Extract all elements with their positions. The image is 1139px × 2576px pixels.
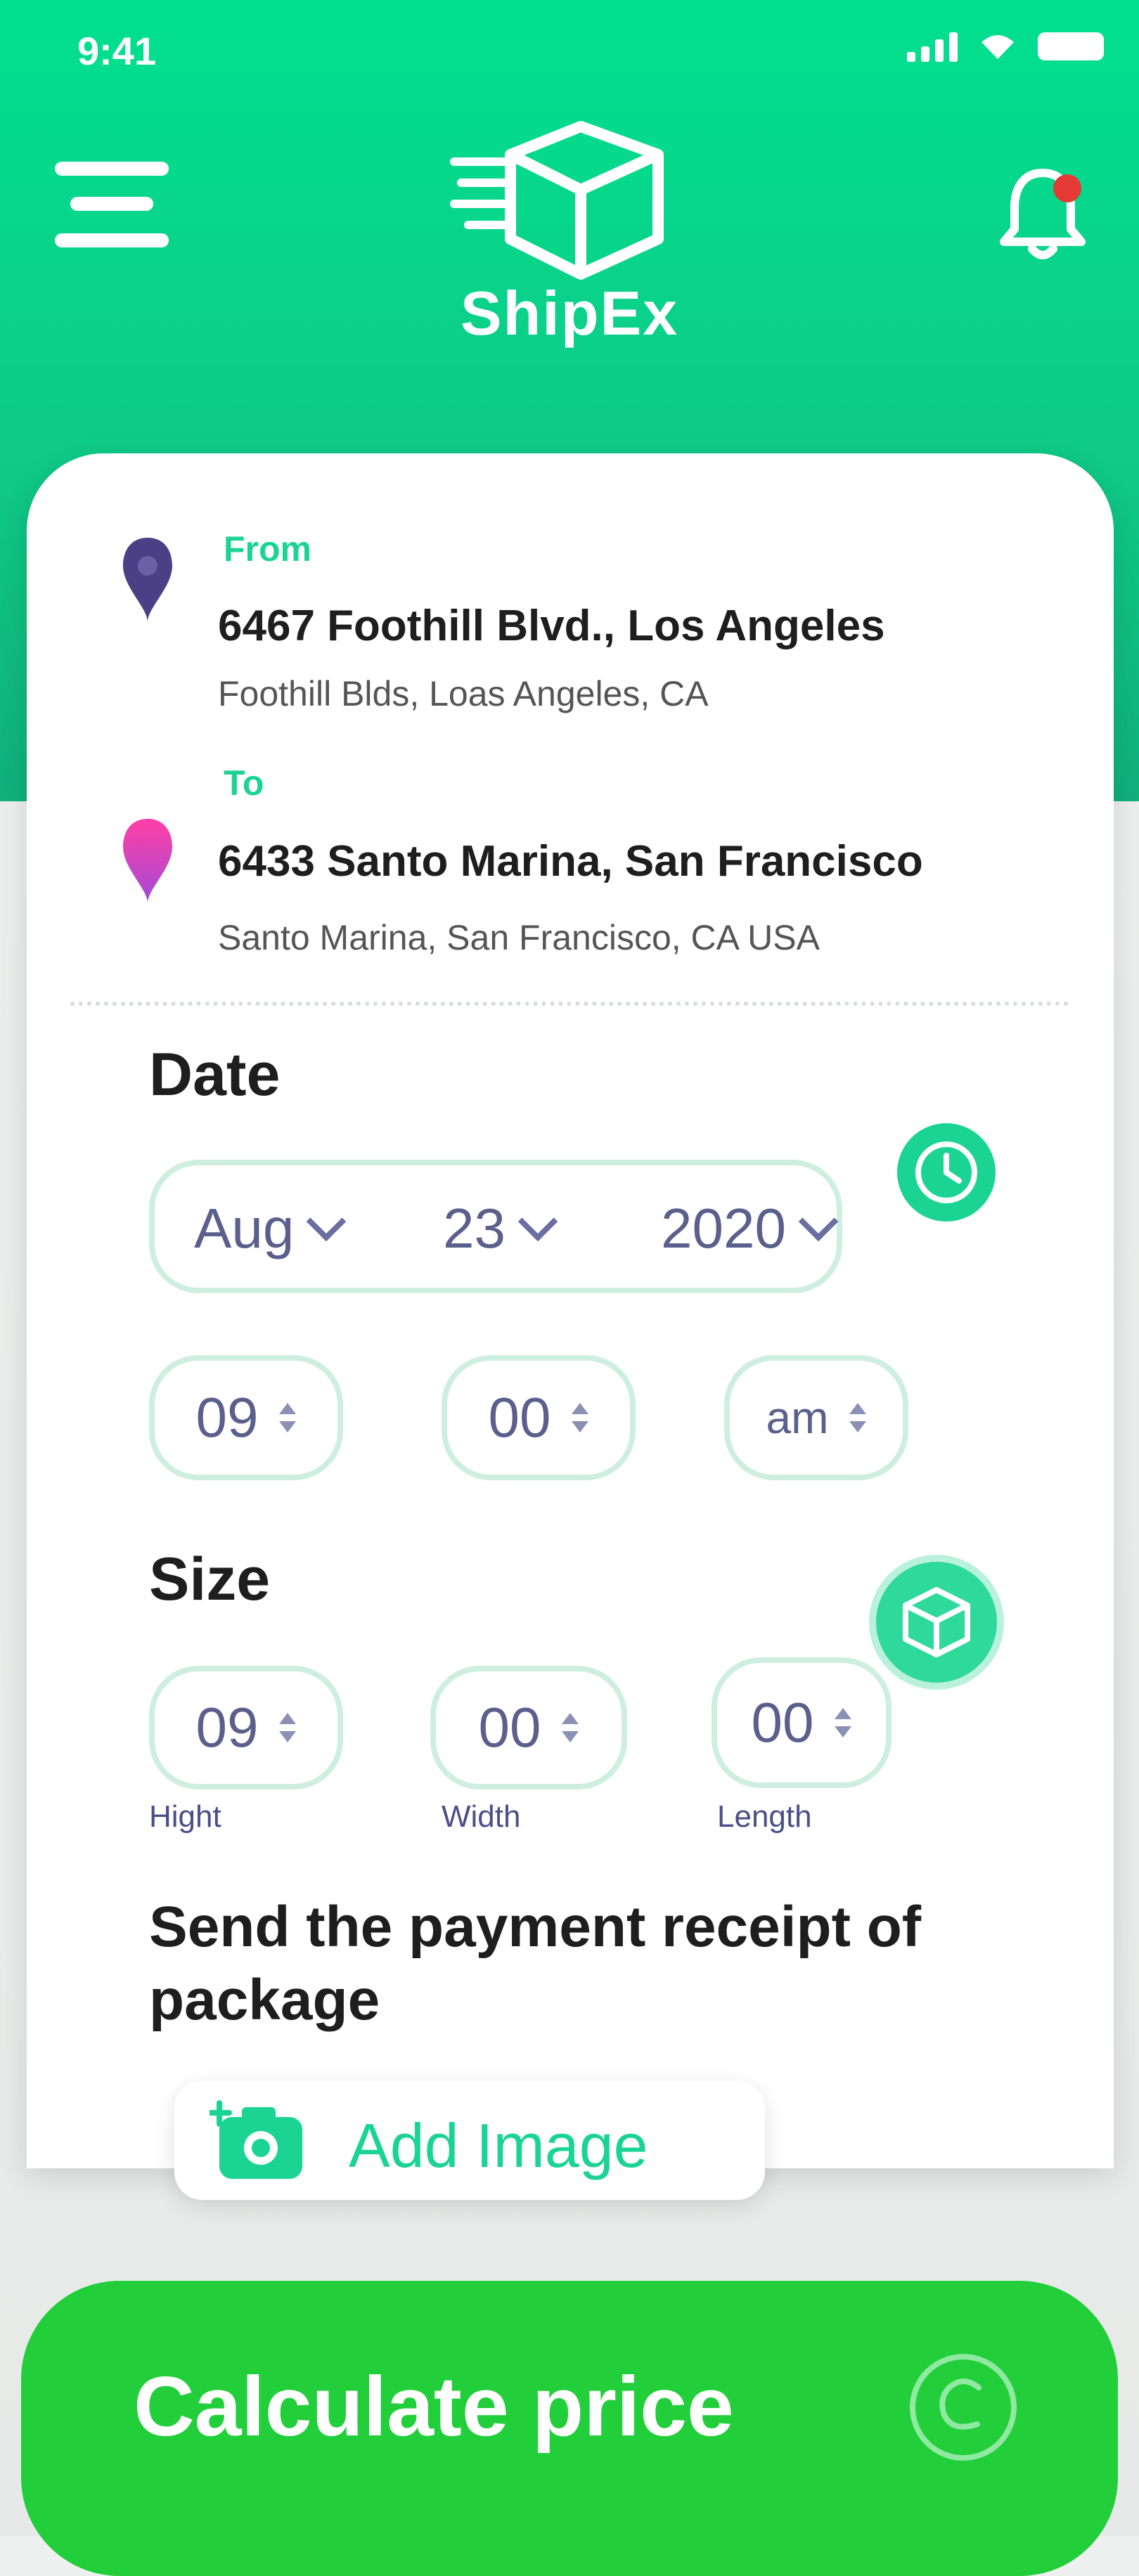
add-image-label: Add Image bbox=[349, 2111, 648, 2180]
length-label: Length bbox=[717, 1799, 812, 1834]
status-time: 9:41 bbox=[77, 29, 157, 73]
time-button[interactable] bbox=[897, 1123, 996, 1222]
stepper-arrows-icon bbox=[835, 1708, 852, 1737]
stepper-arrows-icon bbox=[572, 1403, 589, 1432]
notification-bell-icon[interactable] bbox=[997, 159, 1088, 264]
calculate-price-button[interactable]: Calculate price bbox=[21, 2281, 1118, 2576]
chevron-down-icon bbox=[307, 1201, 347, 1242]
calculate-price-label: Calculate price bbox=[134, 2360, 734, 2454]
width-stepper[interactable]: 00 bbox=[430, 1666, 627, 1789]
stepper-arrows-icon bbox=[279, 1713, 297, 1742]
divider bbox=[70, 1002, 1069, 1006]
package-size-button[interactable] bbox=[876, 1562, 997, 1683]
year-value: 2020 bbox=[661, 1197, 786, 1260]
wifi-icon bbox=[982, 35, 1014, 59]
currency-icon bbox=[910, 2354, 1017, 2461]
to-address: 6433 Santo Marina, San Francisco bbox=[218, 837, 923, 886]
to-pin-icon bbox=[123, 819, 172, 903]
hour-value: 09 bbox=[195, 1386, 259, 1449]
date-picker: Aug 23 2020 bbox=[149, 1160, 842, 1293]
stepper-arrows-icon bbox=[279, 1403, 297, 1432]
length-stepper[interactable]: 00 bbox=[712, 1657, 892, 1788]
camera-icon bbox=[210, 2100, 302, 2179]
hour-stepper[interactable]: 09 bbox=[149, 1355, 343, 1480]
stepper-arrows-icon bbox=[562, 1713, 579, 1742]
logo-icon bbox=[450, 121, 664, 280]
width-label: Width bbox=[442, 1799, 521, 1834]
month-select[interactable]: Aug bbox=[194, 1196, 347, 1261]
to-subtitle: Santo Marina, San Francisco, CA USA bbox=[218, 918, 820, 957]
battery-icon bbox=[1038, 32, 1104, 60]
menu-icon-line bbox=[70, 197, 153, 211]
menu-icon bbox=[55, 162, 169, 176]
day-value: 23 bbox=[443, 1197, 506, 1260]
year-select[interactable]: 2020 bbox=[661, 1196, 839, 1261]
height-label: Hight bbox=[149, 1799, 221, 1834]
day-select[interactable]: 23 bbox=[443, 1196, 558, 1261]
height-value: 09 bbox=[195, 1696, 259, 1759]
menu-icon-line bbox=[55, 233, 169, 247]
month-value: Aug bbox=[194, 1197, 295, 1260]
receipt-instruction: Send the payment receipt of package bbox=[149, 1895, 922, 2032]
from-subtitle: Foothill Blds, Loas Angeles, CA bbox=[218, 674, 709, 713]
stepper-arrows-icon bbox=[849, 1403, 867, 1432]
to-label: To bbox=[224, 763, 264, 803]
add-image-button[interactable]: Add Image bbox=[174, 2080, 765, 2200]
from-address: 6467 Foothill Blvd., Los Angeles bbox=[218, 602, 885, 650]
height-stepper[interactable]: 09 bbox=[149, 1666, 343, 1789]
length-value: 00 bbox=[751, 1691, 814, 1754]
clock-icon bbox=[915, 1141, 977, 1203]
chevron-down-icon bbox=[517, 1201, 558, 1242]
status-icons bbox=[907, 31, 1104, 62]
minute-value: 00 bbox=[488, 1386, 551, 1449]
width-value: 00 bbox=[478, 1696, 541, 1759]
brand-name: ShipEx bbox=[460, 278, 679, 348]
box-icon bbox=[903, 1587, 970, 1657]
period-stepper[interactable]: am bbox=[724, 1355, 908, 1480]
from-label: From bbox=[224, 529, 311, 569]
chevron-down-icon bbox=[798, 1201, 839, 1242]
date-title: Date bbox=[149, 1041, 281, 1108]
from-pin-icon bbox=[123, 538, 172, 622]
menu-button[interactable] bbox=[55, 155, 169, 253]
period-value: am bbox=[766, 1392, 829, 1443]
signal-icon bbox=[907, 31, 958, 62]
size-title: Size bbox=[149, 1546, 271, 1613]
minute-stepper[interactable]: 00 bbox=[442, 1355, 636, 1480]
